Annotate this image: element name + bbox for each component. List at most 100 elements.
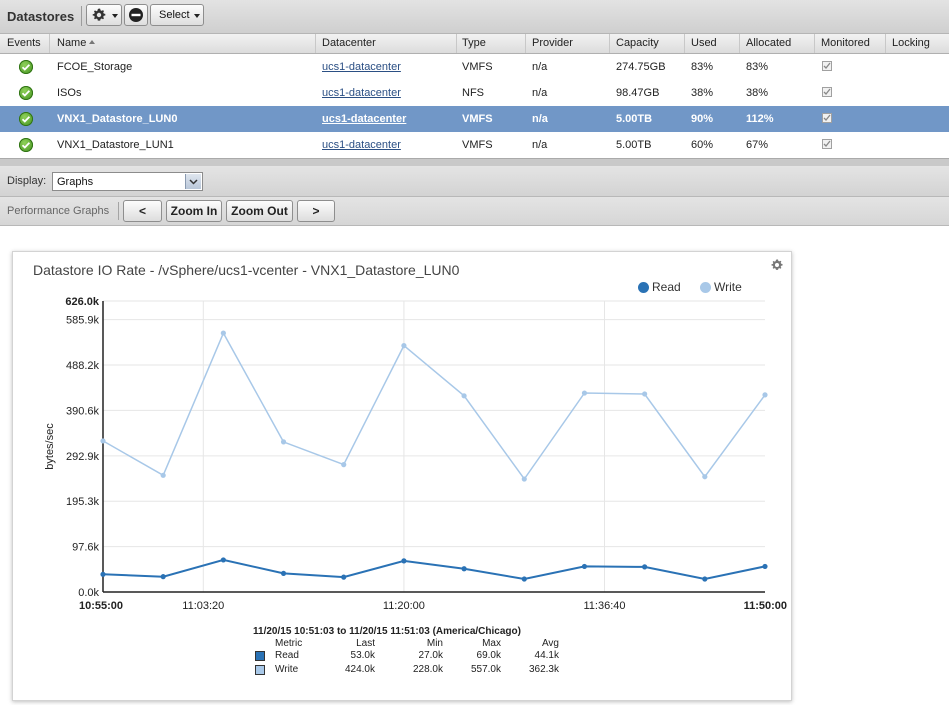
table-row-selected[interactable]: VNX1_Datastore_LUN0 ucs1-datacenter VMFS… bbox=[0, 106, 949, 133]
column-header-events[interactable]: Events bbox=[7, 37, 41, 49]
column-header-capacity[interactable]: Capacity bbox=[616, 37, 659, 49]
summary-write-metric: Write bbox=[275, 664, 299, 675]
summary-read-max: 69.0k bbox=[476, 650, 501, 661]
table-header: Events Name Datacenter Type Provider Cap… bbox=[0, 34, 949, 54]
datastore-type: VMFS bbox=[462, 61, 493, 73]
summary-write-max: 557.0k bbox=[470, 664, 501, 675]
y-tick-label: 488.2k bbox=[66, 360, 100, 372]
column-header-used[interactable]: Used bbox=[691, 37, 717, 49]
status-ok-icon bbox=[19, 138, 33, 152]
datastore-used: 38% bbox=[691, 87, 714, 99]
summary-read-metric: Read bbox=[275, 650, 299, 661]
datastore-used: 83% bbox=[691, 61, 714, 73]
x-tick-label: 11:03:20 bbox=[182, 600, 224, 612]
data-point-write bbox=[581, 390, 588, 396]
io-rate-chart: 0.0k 97.6k 195.3k 292.9k 390.6k 488.2k 585.9k 6… bbox=[44, 296, 787, 612]
table-row[interactable]: ISOs ucs1-datacenter NFS n/a 98.47GB 38%… bbox=[0, 80, 949, 107]
table-row[interactable]: VNX1_Datastore_LUN1 ucs1-datacenter VMFS… bbox=[0, 132, 949, 159]
data-point-read bbox=[702, 576, 708, 582]
data-point-read bbox=[280, 570, 287, 577]
column-header-name[interactable]: Name bbox=[57, 37, 96, 49]
chart-panel: Datastore IO Rate - /vSphere/ucs1-vcente… bbox=[12, 251, 792, 701]
summary-header-metric: Metric bbox=[275, 638, 303, 649]
summary-header-max: Max bbox=[482, 638, 501, 649]
data-point-write bbox=[280, 439, 287, 445]
column-header-type[interactable]: Type bbox=[462, 37, 486, 49]
x-tick-label: 11:20:00 bbox=[383, 600, 425, 612]
datacenter-link[interactable]: ucs1-datacenter bbox=[322, 87, 401, 99]
y-tick-label: 626.0k bbox=[65, 296, 100, 308]
data-point-write bbox=[401, 343, 407, 349]
summary-read-swatch bbox=[255, 651, 265, 661]
x-tick-label: 10:55:00 bbox=[79, 600, 123, 612]
data-point-read bbox=[160, 574, 166, 580]
actions-menu-button[interactable] bbox=[86, 4, 122, 26]
next-button[interactable]: > bbox=[297, 200, 335, 222]
table-row[interactable]: FCOE_Storage ucs1-datacenter VMFS n/a 27… bbox=[0, 54, 949, 81]
summary-write-avg: 362.3k bbox=[528, 664, 559, 675]
series-line-read bbox=[102, 558, 766, 581]
datastore-name: ISOs bbox=[57, 87, 82, 99]
sort-ascending-icon bbox=[89, 40, 96, 44]
datastore-capacity: 274.75GB bbox=[616, 61, 666, 73]
summary-read-last: 53.0k bbox=[350, 650, 375, 661]
chevron-down-icon bbox=[185, 174, 201, 189]
select-label: Select bbox=[159, 9, 190, 21]
data-point-write bbox=[461, 393, 467, 399]
series-line-write bbox=[102, 331, 766, 481]
datastore-capacity: 5.00TB bbox=[616, 139, 652, 151]
datastore-type: NFS bbox=[462, 87, 484, 99]
remove-button[interactable] bbox=[124, 4, 148, 26]
summary-header-last: Last bbox=[356, 638, 375, 649]
datastore-allocated: 112% bbox=[746, 113, 774, 125]
summary-header-avg: Avg bbox=[541, 638, 559, 649]
display-select[interactable]: Graphs bbox=[52, 172, 203, 191]
data-point-write bbox=[160, 472, 166, 478]
datastore-used: 90% bbox=[691, 113, 714, 125]
data-point-read bbox=[401, 558, 407, 564]
zoom-in-button[interactable]: Zoom In bbox=[166, 200, 222, 222]
column-header-allocated[interactable]: Allocated bbox=[746, 37, 791, 49]
data-point-read bbox=[762, 563, 768, 570]
toolbar: Datastores Select bbox=[0, 0, 949, 34]
column-divider bbox=[609, 34, 610, 53]
monitored-checkbox bbox=[822, 87, 832, 97]
status-ok-icon bbox=[19, 86, 33, 100]
column-header-monitored[interactable]: Monitored bbox=[821, 37, 870, 49]
datastore-name: FCOE_Storage bbox=[57, 61, 133, 73]
data-point-read bbox=[642, 564, 648, 570]
previous-button[interactable]: < bbox=[123, 200, 162, 222]
column-divider bbox=[49, 34, 50, 53]
datastore-type: VMFS bbox=[462, 139, 493, 151]
column-header-provider[interactable]: Provider bbox=[532, 37, 573, 49]
toolbar-divider bbox=[81, 6, 82, 26]
select-menu-button[interactable]: Select bbox=[150, 4, 204, 26]
datastore-allocated: 38% bbox=[746, 87, 769, 99]
column-header-datacenter[interactable]: Datacenter bbox=[322, 37, 376, 49]
toolbar-divider bbox=[118, 202, 119, 220]
monitored-checkbox bbox=[822, 139, 832, 149]
datastore-allocated: 67% bbox=[746, 139, 769, 151]
data-point-write bbox=[220, 330, 226, 336]
summary-write-swatch bbox=[255, 665, 265, 675]
datacenter-link[interactable]: ucs1-datacenter bbox=[322, 61, 401, 73]
column-header-locking[interactable]: Locking bbox=[892, 37, 930, 49]
page-title: Datastores bbox=[7, 9, 75, 24]
datacenter-link[interactable]: ucs1-datacenter bbox=[322, 139, 401, 151]
datastore-name: VNX1_Datastore_LUN1 bbox=[57, 139, 174, 151]
chevron-down-icon bbox=[112, 14, 118, 18]
data-point-write bbox=[100, 438, 106, 444]
datastore-allocated: 83% bbox=[746, 61, 769, 73]
datacenter-link[interactable]: ucs1-datacenter bbox=[322, 113, 406, 125]
data-point-read bbox=[341, 574, 347, 580]
zoom-out-button[interactable]: Zoom Out bbox=[226, 200, 293, 222]
data-point-write bbox=[642, 391, 648, 397]
summary-read-min: 27.0k bbox=[418, 650, 443, 661]
datastore-capacity: 5.00TB bbox=[616, 113, 653, 125]
splitter-handle[interactable] bbox=[0, 158, 949, 166]
summary-title: 11/20/15 10:51:03 to 11/20/15 11:51:03 (… bbox=[253, 626, 521, 637]
datastore-provider: n/a bbox=[532, 113, 548, 125]
data-point-read bbox=[581, 563, 588, 570]
performance-graphs-label: Performance Graphs bbox=[7, 205, 110, 217]
x-tick-label: 11:50:00 bbox=[744, 600, 787, 612]
